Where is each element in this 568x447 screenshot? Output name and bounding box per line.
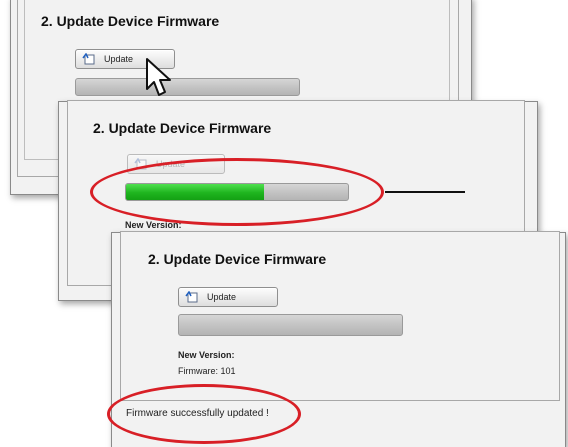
progress-bar xyxy=(178,314,403,336)
panel-title: 2. Update Device Firmware xyxy=(148,251,327,267)
update-button[interactable]: Update xyxy=(178,287,278,307)
update-button-label: Update xyxy=(104,54,134,64)
mouse-pointer-icon xyxy=(144,57,172,104)
new-version-label: New Version: xyxy=(178,350,235,360)
panel-title: 2. Update Device Firmware xyxy=(41,13,220,29)
update-icon xyxy=(82,52,96,65)
highlight-ring-status xyxy=(107,384,301,444)
update-button-label: Update xyxy=(207,292,237,302)
highlight-ring-progress xyxy=(90,158,384,226)
panel-title: 2. Update Device Firmware xyxy=(93,120,272,136)
firmware-version-value: Firmware: 101 xyxy=(178,366,236,376)
callout-line xyxy=(385,191,465,193)
progress-bar xyxy=(75,78,300,96)
update-icon xyxy=(185,290,199,303)
screenshot-stage: 2. Update Device Firmware Update 2. Upda… xyxy=(0,0,568,447)
